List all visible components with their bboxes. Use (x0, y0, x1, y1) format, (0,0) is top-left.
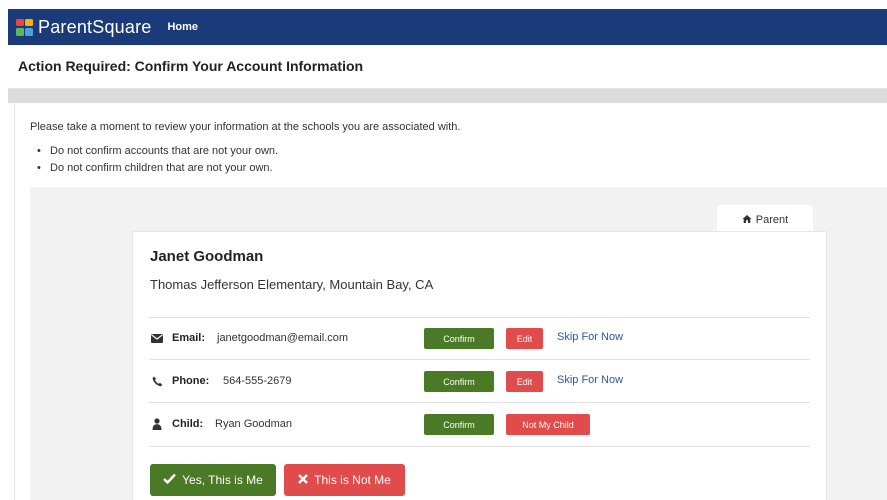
yes-button-label: Yes, This is Me (182, 473, 263, 487)
instruction-list: Do not confirm accounts that are not you… (37, 145, 278, 179)
confirm-child-button[interactable]: Confirm (424, 414, 494, 435)
skip-email-link[interactable]: Skip For Now (557, 331, 623, 343)
header-divider-band (8, 89, 887, 103)
person-school: Thomas Jefferson Elementary, Mountain Ba… (150, 277, 434, 292)
page-title: Action Required: Confirm Your Account In… (18, 58, 364, 74)
skip-phone-link[interactable]: Skip For Now (557, 374, 623, 386)
divider (149, 359, 810, 360)
no-button-label: This is Not Me (314, 473, 391, 487)
person-name: Janet Goodman (150, 248, 264, 265)
not-my-child-button[interactable]: Not My Child (506, 414, 590, 435)
divider (149, 402, 810, 403)
phone-label: Phone: (172, 375, 210, 387)
divider (149, 446, 810, 447)
child-value: Ryan Goodman (215, 418, 293, 430)
nav-home-link[interactable]: Home (167, 21, 198, 33)
email-value: janetgoodman@email.com (217, 332, 349, 344)
envelope-icon (151, 332, 163, 344)
confirm-email-button[interactable]: Confirm (424, 328, 494, 349)
tab-parent-label: Parent (755, 214, 789, 226)
top-nav-bar: ParentSquare Home (8, 9, 887, 45)
divider (149, 317, 810, 318)
intro-text: Please take a moment to review your info… (30, 121, 461, 133)
phone-icon (151, 375, 163, 387)
parentsquare-logo-icon[interactable] (16, 18, 33, 36)
yes-this-is-me-button[interactable]: Yes, This is Me (150, 464, 276, 496)
instruction-item: Do not confirm accounts that are not you… (37, 145, 278, 162)
brand-name[interactable]: ParentSquare (38, 17, 151, 38)
confirm-phone-button[interactable]: Confirm (424, 371, 494, 392)
edit-phone-button[interactable]: Edit (506, 371, 543, 392)
close-icon (298, 473, 309, 487)
child-label: Child: (172, 418, 204, 430)
home-icon (742, 214, 752, 227)
edit-email-button[interactable]: Edit (506, 328, 543, 349)
checkmark-icon (163, 473, 177, 487)
email-label: Email: (172, 332, 206, 344)
this-is-not-me-button[interactable]: This is Not Me (284, 464, 405, 496)
user-icon (151, 418, 163, 430)
account-card (132, 231, 827, 500)
instruction-item: Do not confirm children that are not you… (37, 162, 278, 179)
phone-value: 564-555-2679 (223, 375, 292, 387)
